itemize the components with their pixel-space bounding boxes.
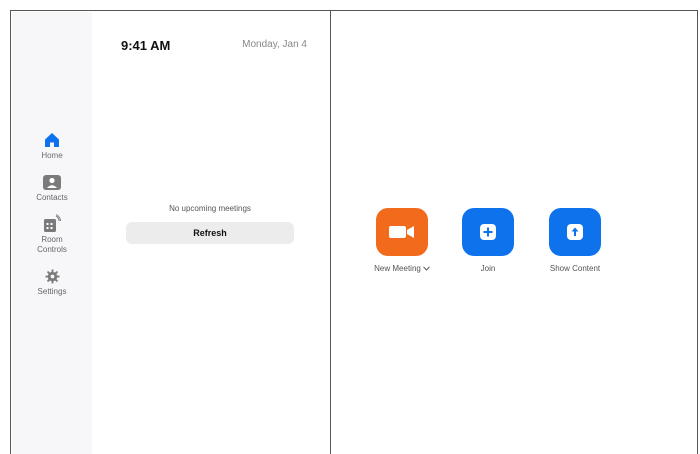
show-content-button[interactable] [549, 208, 601, 256]
sidebar-item-home[interactable]: Home [12, 132, 92, 161]
new-meeting-label: New Meeting [374, 264, 421, 273]
sidebar-item-label-line2: Controls [37, 245, 67, 254]
sidebar-item-contacts[interactable]: Contacts [12, 175, 92, 203]
sidebar-item-room-controls[interactable]: Room Controls [12, 214, 92, 255]
panel-divider [330, 11, 331, 454]
room-controls-icon [44, 214, 61, 232]
new-meeting-label-row[interactable]: New Meeting [357, 264, 447, 273]
refresh-button[interactable]: Refresh [126, 222, 294, 244]
new-meeting-button[interactable] [376, 208, 428, 256]
clock-time: 9:41 AM [121, 38, 171, 53]
contacts-icon [43, 175, 61, 190]
new-meeting-action: New Meeting [357, 208, 447, 273]
chevron-down-icon [422, 266, 430, 272]
join-action: Join [443, 208, 533, 273]
empty-meetings-text: No upcoming meetings [169, 204, 251, 213]
sidebar-item-label: Contacts [36, 193, 68, 202]
sidebar: Home Contacts Room Controls Settings [12, 12, 92, 454]
sidebar-item-label: Room [41, 235, 63, 244]
app-window: Home Contacts Room Controls Settings 9:4… [10, 10, 698, 454]
join-button[interactable] [462, 208, 514, 256]
join-label: Join [480, 264, 496, 273]
share-up-arrow-icon [567, 224, 583, 240]
clock-date: Monday, Jan 4 [242, 39, 307, 50]
show-content-label: Show Content [549, 264, 601, 273]
sidebar-item-settings[interactable]: Settings [12, 269, 92, 297]
home-icon [45, 133, 59, 147]
plus-icon [480, 224, 496, 240]
gear-icon [44, 269, 60, 284]
video-camera-icon [389, 226, 414, 238]
sidebar-item-label: Home [41, 151, 63, 160]
sidebar-item-label: Settings [37, 287, 67, 296]
show-content-action: Show Content [530, 208, 620, 273]
